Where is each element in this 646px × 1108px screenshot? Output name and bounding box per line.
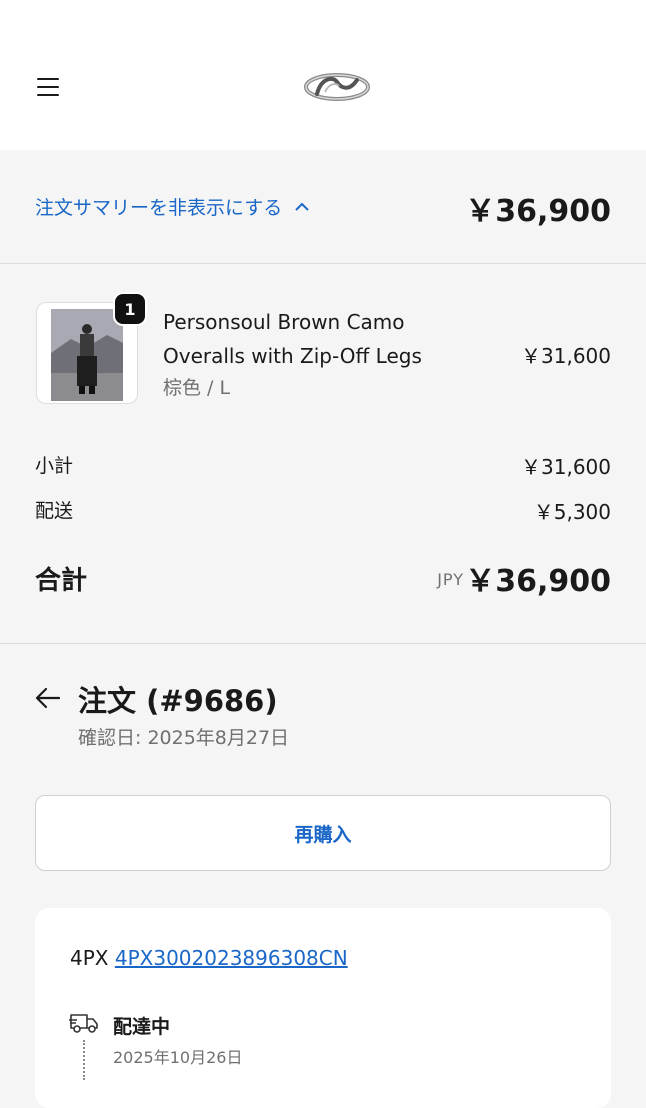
- tracking-number-link[interactable]: 4PX3002023896308CN: [115, 946, 348, 970]
- shipping-label: 配送: [35, 500, 74, 522]
- total-value: ￥36,900: [465, 564, 611, 599]
- currency-code: JPY: [437, 570, 464, 589]
- product-name: Personsoul Brown Camo Overalls with Zip-…: [163, 305, 463, 373]
- carrier-name: 4PX: [70, 946, 109, 970]
- shipment-status-date: 2025年10月26日: [113, 1048, 243, 1067]
- back-arrow-icon[interactable]: [34, 684, 62, 712]
- order-title: 注文 (#9686): [78, 684, 278, 718]
- subtotal-label: 小計: [35, 455, 74, 477]
- carrier-info: 4PX 4PX3002023896308CN: [70, 946, 348, 970]
- product-name-line1: Personsoul Brown Camo: [163, 310, 405, 334]
- total-label: 合計: [35, 566, 88, 596]
- chevron-up-icon: [295, 202, 309, 211]
- delivery-truck-icon: [69, 1011, 99, 1035]
- subtotal-value: ￥31,600: [521, 455, 611, 479]
- shipment-status: 配達中: [113, 1016, 171, 1038]
- quantity-badge: 1: [113, 292, 147, 326]
- shipment-card: [35, 908, 611, 1108]
- product-price: ￥31,600: [521, 344, 611, 368]
- summary-total: ￥36,900: [465, 194, 611, 229]
- product-variant: 棕色 / L: [163, 377, 231, 399]
- hide-order-summary-toggle[interactable]: 注文サマリーを非表示にする: [35, 193, 310, 220]
- rebuy-button[interactable]: 再購入: [35, 795, 611, 871]
- hamburger-menu-icon[interactable]: [37, 78, 59, 98]
- brand-logo[interactable]: [303, 70, 371, 104]
- timeline-connector: [83, 1040, 85, 1080]
- shipping-value: ￥5,300: [533, 500, 611, 524]
- section-divider: [0, 643, 646, 644]
- product-name-line2: Overalls with Zip-Off Legs: [163, 344, 422, 368]
- order-confirmed-date: 確認日: 2025年8月27日: [78, 727, 290, 749]
- toggle-label: 注文サマリーを非表示にする: [35, 197, 283, 219]
